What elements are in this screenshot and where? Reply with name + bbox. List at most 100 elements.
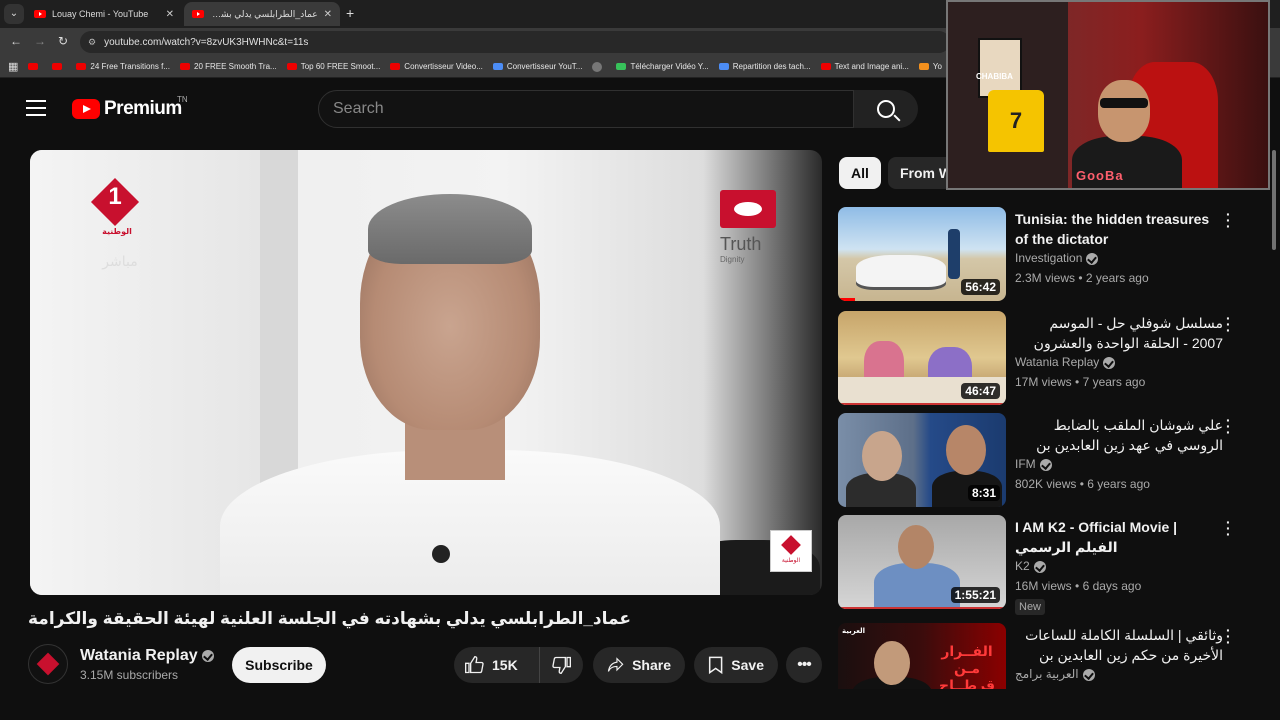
bookmark-item[interactable] bbox=[28, 63, 42, 70]
url-text: youtube.com/watch?v=8zvUK3HWHNc&t=11s bbox=[104, 36, 309, 48]
bookmark-item[interactable]: Yo bbox=[918, 62, 942, 71]
forward-arrow-icon[interactable]: → bbox=[34, 34, 46, 48]
kebab-menu-icon[interactable]: · · · bbox=[1226, 623, 1231, 649]
tab-title: Louay Chemi - YouTube bbox=[52, 9, 149, 19]
video-thumbnail[interactable]: 8:31 bbox=[838, 413, 1006, 507]
channel-name[interactable]: Watania Replay bbox=[1015, 355, 1116, 369]
video-title: عماد_الطرابلسي يدلي بشهادته في الجلسة ال… bbox=[28, 609, 631, 628]
doc-icon bbox=[718, 63, 729, 70]
screen: ⌄ Louay Chemi - YouTube ✕ عماد_الطرابلسي… bbox=[0, 0, 1280, 720]
address-bar[interactable]: ⚙ youtube.com/watch?v=8zvUK3HWHNc&t=11s bbox=[80, 31, 950, 53]
bookmark-item[interactable]: Télécharger Vidéo Y... bbox=[616, 62, 709, 71]
like-button[interactable]: 15K bbox=[454, 647, 540, 683]
youtube-logo-icon bbox=[72, 99, 100, 119]
youtube-icon bbox=[390, 63, 401, 70]
kebab-menu-icon[interactable]: · · · bbox=[1226, 413, 1231, 439]
browser-tab-active[interactable]: عماد_الطرابلسي يدلي بشهادته في... ✕ bbox=[184, 2, 340, 26]
youtube-icon bbox=[28, 63, 39, 70]
bookmark-item[interactable]: Convertisseur Video... bbox=[390, 62, 483, 71]
bookmark-item[interactable]: Repartition des tach... bbox=[718, 62, 811, 71]
like-count: 15K bbox=[492, 657, 518, 673]
bookmark-item[interactable]: Convertisseur YouT... bbox=[492, 62, 582, 71]
new-tab-icon[interactable]: + bbox=[346, 5, 354, 21]
chip-from-watania[interactable]: From W bbox=[888, 157, 954, 189]
star-icon bbox=[918, 63, 929, 70]
youtube-premium-logo[interactable]: Premium bbox=[72, 98, 182, 120]
dislike-button[interactable] bbox=[540, 647, 583, 683]
site-info-icon[interactable]: ⚙ bbox=[88, 37, 96, 48]
converter-icon bbox=[492, 63, 503, 70]
apps-grid-icon[interactable]: ▦ bbox=[8, 60, 18, 73]
verified-icon bbox=[1103, 356, 1116, 369]
video-thumbnail[interactable]: 1:55:21 bbox=[838, 515, 1006, 609]
recommended-video[interactable]: 1:55:21 I AM K2 - Official Movie | الفيل… bbox=[838, 515, 1258, 619]
more-actions-button[interactable]: ••• bbox=[786, 647, 822, 683]
video-thumbnail[interactable]: 46:47 bbox=[838, 311, 1006, 405]
video-title-link[interactable]: Tunisia: the hidden treasures of the dic… bbox=[1015, 209, 1223, 249]
recommended-video[interactable]: 56:42 Tunisia: the hidden treasures of t… bbox=[838, 207, 1258, 303]
youtube-icon bbox=[286, 63, 297, 70]
channel-name[interactable]: K2 bbox=[1015, 559, 1046, 573]
video-meta: 2.3M views • 2 years ago bbox=[1015, 271, 1149, 285]
like-dislike-group: 15K bbox=[454, 647, 583, 683]
verified-icon bbox=[201, 649, 214, 662]
recommended-video[interactable]: الفــرار مـن قرطــاج العربية وثائقي | ال… bbox=[838, 623, 1258, 689]
search-button[interactable] bbox=[854, 90, 918, 128]
watch-progress-bar bbox=[838, 403, 1006, 405]
video-meta: 16M views • 6 days ago bbox=[1015, 579, 1142, 593]
kebab-menu-icon[interactable]: · · · bbox=[1226, 311, 1231, 337]
streamer-tag: GooBa bbox=[1076, 168, 1124, 183]
video-title-link[interactable]: علي شوشان الملقب بالضابط الروسي في عهد ز… bbox=[1015, 415, 1223, 455]
menu-icon[interactable] bbox=[26, 100, 46, 116]
video-meta: 802K views • 6 years ago bbox=[1015, 477, 1150, 491]
bookmark-item[interactable] bbox=[592, 61, 606, 72]
youtube-favicon-icon bbox=[34, 10, 46, 18]
yellow-jersey: 7 bbox=[988, 90, 1044, 152]
tab-close-icon[interactable]: ✕ bbox=[324, 9, 332, 20]
tab-search-menu-icon[interactable]: ⌄ bbox=[4, 4, 24, 24]
kebab-menu-icon[interactable]: · · · bbox=[1226, 515, 1231, 541]
save-button[interactable]: Save bbox=[694, 647, 778, 683]
duration-badge: 8:31 bbox=[967, 485, 1000, 501]
bookmark-icon bbox=[708, 656, 723, 675]
bookmark-item[interactable]: Text and Image ani... bbox=[820, 62, 909, 71]
video-thumbnail[interactable]: الفــرار مـن قرطــاج العربية bbox=[838, 623, 1006, 689]
share-button[interactable]: Share bbox=[593, 647, 685, 683]
verified-icon bbox=[1086, 252, 1099, 265]
youtube-favicon-icon bbox=[192, 10, 204, 18]
youtube-icon bbox=[76, 63, 87, 70]
bookmark-item[interactable]: Top 60 FREE Smoot... bbox=[286, 62, 380, 71]
bookmark-item[interactable]: 20 FREE Smooth Tra... bbox=[180, 62, 277, 71]
truth-dignity-logo: Truth Dignity bbox=[720, 190, 780, 290]
search-input[interactable]: Search bbox=[318, 90, 854, 128]
scrollbar-thumb[interactable] bbox=[1272, 150, 1276, 250]
tab-close-icon[interactable]: ✕ bbox=[166, 9, 174, 20]
channel-avatar[interactable] bbox=[28, 644, 68, 684]
video-player[interactable]: 1 الوطنية مباشر Truth Dignity الوطنية bbox=[30, 150, 822, 595]
microphone bbox=[432, 545, 450, 563]
subscribe-button[interactable]: Subscribe bbox=[232, 647, 326, 683]
bookmark-item[interactable]: 24 Free Transitions f... bbox=[76, 62, 170, 71]
browser-tab[interactable]: Louay Chemi - YouTube ✕ bbox=[26, 2, 182, 26]
back-arrow-icon[interactable]: ← bbox=[10, 34, 22, 48]
kebab-menu-icon[interactable]: · · · bbox=[1226, 207, 1231, 233]
globe-icon bbox=[592, 61, 603, 72]
bookmark-item[interactable] bbox=[52, 63, 66, 70]
channel-name[interactable]: Investigation bbox=[1015, 251, 1099, 265]
reload-icon[interactable]: ↻ bbox=[58, 34, 68, 48]
verified-icon bbox=[1082, 668, 1095, 681]
video-title-link[interactable]: وثائقي | السلسلة الكاملة للساعات الأخيرة… bbox=[1015, 625, 1223, 665]
video-title-link[interactable]: مسلسل شوفلي حل - الموسم 2007 - الحلقة ال… bbox=[1015, 313, 1223, 353]
recommended-video[interactable]: 8:31 علي شوشان الملقب بالضابط الروسي في … bbox=[838, 413, 1258, 509]
video-meta: 17M views • 7 years ago bbox=[1015, 375, 1146, 389]
watch-progress-bar bbox=[838, 298, 855, 301]
share-label: Share bbox=[632, 657, 671, 673]
watania-channel-logo: 1 الوطنية مباشر bbox=[90, 177, 150, 275]
video-thumbnail[interactable]: 56:42 bbox=[838, 207, 1006, 301]
channel-name-link[interactable]: Watania Replay bbox=[80, 647, 214, 665]
channel-name[interactable]: IFM bbox=[1015, 457, 1052, 471]
chip-all[interactable]: All bbox=[839, 157, 881, 189]
video-title-link[interactable]: I AM K2 - Official Movie | الفيلم الرسمي bbox=[1015, 517, 1223, 557]
recommended-video[interactable]: 46:47 مسلسل شوفلي حل - الموسم 2007 - الح… bbox=[838, 311, 1258, 407]
channel-name[interactable]: العربية برامج bbox=[1015, 667, 1095, 681]
